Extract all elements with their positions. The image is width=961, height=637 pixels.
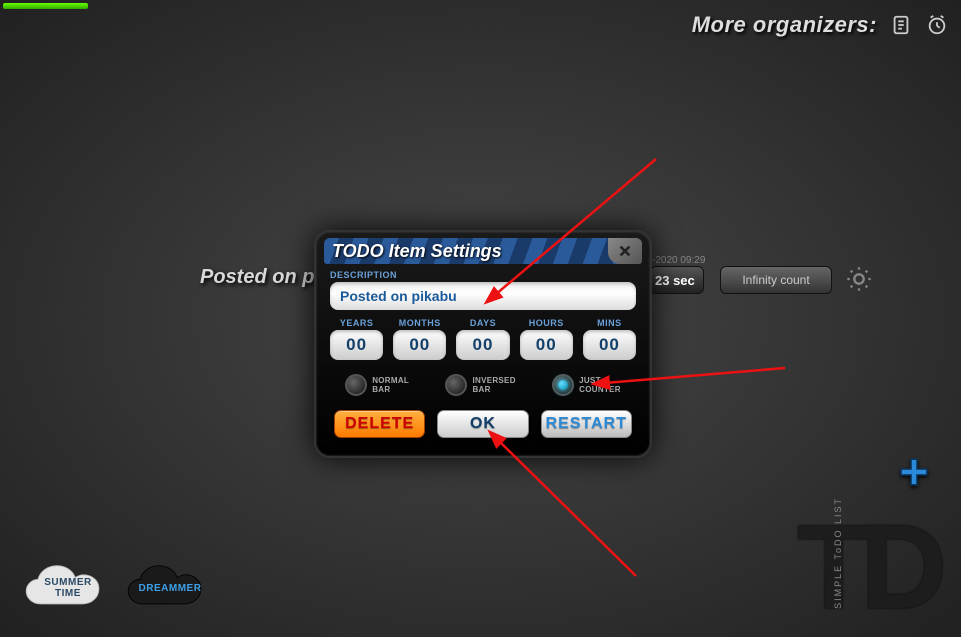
todo-item-settings-dialog: TODO Item Settings DESCRIPTION YEARS MON… [314, 230, 652, 458]
add-button[interactable] [895, 453, 933, 491]
restart-button[interactable]: RESTART [541, 410, 632, 438]
radio-icon [552, 374, 574, 396]
dialog-titlebar[interactable]: TODO Item Settings [324, 238, 642, 264]
days-label: DAYS [456, 318, 509, 328]
bg-task-timestamp: -2020 09:29 [652, 255, 705, 266]
mode-just-label: JUSTCOUNTER [579, 376, 621, 394]
mode-normal-label: NORMALBAR [372, 376, 409, 394]
clock-icon[interactable] [925, 13, 949, 37]
days-input[interactable] [456, 330, 509, 360]
mode-inversed-label: INVERSEDBAR [472, 376, 515, 394]
mode-inversed-bar[interactable]: INVERSEDBAR [445, 374, 515, 396]
cloud-summer-label: SUMMERTIME [22, 563, 114, 613]
mins-input[interactable] [583, 330, 636, 360]
top-right-toolbar: More organizers: [692, 12, 949, 38]
description-label: DESCRIPTION [330, 270, 636, 280]
hours-input[interactable] [520, 330, 573, 360]
ok-button[interactable]: OK [437, 410, 528, 438]
gear-icon[interactable] [842, 262, 876, 296]
description-input[interactable] [330, 282, 636, 310]
bg-task-seconds: 23 sec [650, 266, 704, 294]
years-label: YEARS [330, 318, 383, 328]
mins-label: MINS [583, 318, 636, 328]
months-input[interactable] [393, 330, 446, 360]
dialog-title: TODO Item Settings [332, 241, 502, 262]
radio-icon [445, 374, 467, 396]
cloud-summer-time[interactable]: SUMMERTIME [22, 563, 114, 613]
years-input[interactable] [330, 330, 383, 360]
td-logo: TD [797, 517, 937, 617]
side-caption: SIMPLE ToDO LIST [833, 497, 843, 609]
radio-icon [345, 374, 367, 396]
progress-bar [3, 3, 88, 9]
document-icon[interactable] [889, 13, 913, 37]
td-logo-block: TD SIMPLE ToDO LIST [837, 447, 937, 617]
delete-button[interactable]: DELETE [334, 410, 425, 438]
cloud-dreammer[interactable]: DREAMMER [124, 563, 216, 613]
close-icon[interactable] [608, 238, 642, 264]
infinity-count-button[interactable]: Infinity count [720, 266, 832, 294]
hours-label: HOURS [520, 318, 573, 328]
mode-just-counter[interactable]: JUSTCOUNTER [552, 374, 621, 396]
months-label: MONTHS [393, 318, 446, 328]
mode-normal-bar[interactable]: NORMALBAR [345, 374, 409, 396]
progress-fill [3, 3, 88, 9]
more-organizers-label: More organizers: [692, 12, 877, 38]
cloud-dreammer-label: DREAMMER [124, 563, 216, 613]
